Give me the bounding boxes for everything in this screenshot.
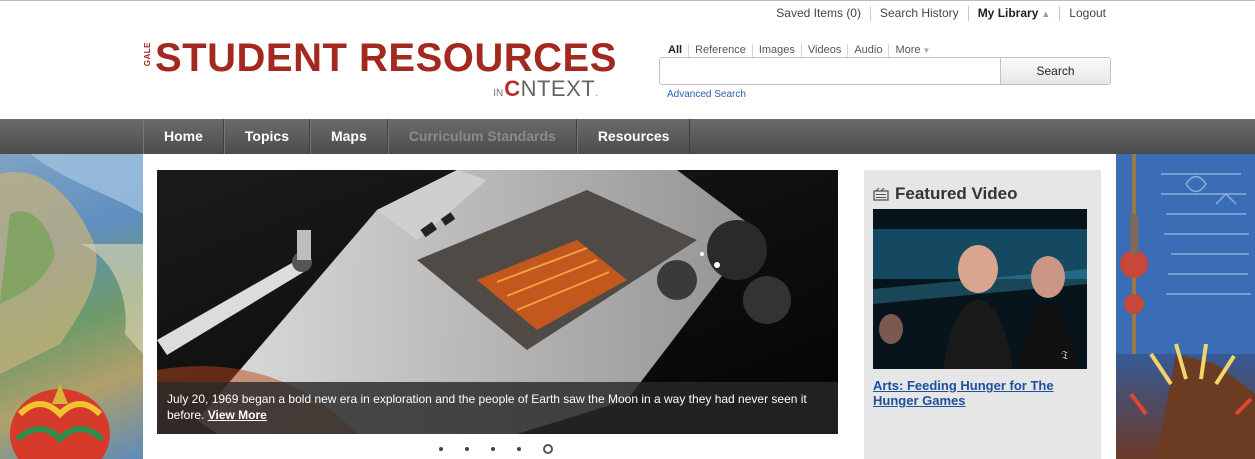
search-history-link[interactable]: Search History xyxy=(869,6,968,21)
featured-video-link[interactable]: Arts: Feeding Hunger for The Hunger Game… xyxy=(873,378,1093,408)
globe-collage-art xyxy=(0,154,143,459)
carousel-dot-4[interactable] xyxy=(517,447,521,451)
caret-up-icon: ▲ xyxy=(1041,9,1051,19)
nav-topics[interactable]: Topics xyxy=(223,119,310,154)
saved-items-link[interactable]: Saved Items (0) xyxy=(767,6,870,21)
hero-caption: July 20, 1969 began a bold new era in ex… xyxy=(157,382,838,434)
logout-link[interactable]: Logout xyxy=(1059,6,1115,21)
nyt-watermark-icon: 𝔗 xyxy=(1061,348,1069,362)
search-tab-reference[interactable]: Reference xyxy=(688,44,752,57)
site-logo[interactable]: GALE STUDENT RESOURCES IN C NTEXT . xyxy=(143,36,616,101)
search-box: Search xyxy=(659,57,1111,85)
main-nav: Home Topics Maps Curriculum Standards Re… xyxy=(0,119,1255,154)
decorative-art-left xyxy=(0,154,143,459)
view-more-link[interactable]: View More xyxy=(208,408,267,422)
carousel-dot-5[interactable] xyxy=(543,444,553,454)
featured-video-heading: Featured Video xyxy=(873,184,1018,204)
featured-video-title: Featured Video xyxy=(895,184,1018,203)
main-nav-items: Home Topics Maps Curriculum Standards Re… xyxy=(143,119,691,154)
hero-carousel[interactable]: July 20, 1969 began a bold new era in ex… xyxy=(157,170,838,434)
search-tab-more[interactable]: More ▼ xyxy=(888,44,936,57)
logo-subtitle: IN C NTEXT . xyxy=(493,76,599,102)
carousel-dot-2[interactable] xyxy=(465,447,469,451)
carousel-dot-3[interactable] xyxy=(491,447,495,451)
logo-sub-in: IN xyxy=(493,88,504,99)
nav-resources[interactable]: Resources xyxy=(576,119,691,154)
search-button[interactable]: Search xyxy=(1000,58,1110,84)
carousel-dot-1[interactable] xyxy=(439,447,443,451)
utility-bar: Saved Items (0) Search History My Librar… xyxy=(767,6,1115,21)
advanced-search-link[interactable]: Advanced Search xyxy=(667,89,746,100)
search-input[interactable] xyxy=(660,58,1000,84)
logo-title: STUDENT RESOURCES xyxy=(155,36,617,80)
caret-down-icon: ▼ xyxy=(922,46,931,55)
nav-curriculum-standards[interactable]: Curriculum Standards xyxy=(387,119,577,154)
carousel-pager xyxy=(428,444,564,454)
featured-video-panel: Featured Video 𝔗 Arts: Feeding Hunger fo… xyxy=(864,170,1101,459)
search-tab-images[interactable]: Images xyxy=(751,44,801,57)
search-tab-more-label: More xyxy=(895,44,921,56)
logo-sub-c: C xyxy=(504,76,521,101)
my-library-label: My Library xyxy=(977,6,1039,20)
logo-sub-mark: . xyxy=(595,88,598,99)
top-rule xyxy=(0,0,1255,1)
nav-maps[interactable]: Maps xyxy=(309,119,388,154)
video-still-image: 𝔗 xyxy=(873,209,1087,369)
search-tab-audio[interactable]: Audio xyxy=(847,44,888,57)
video-icon xyxy=(873,187,889,201)
decorative-art-right xyxy=(1116,154,1255,459)
search-tab-videos[interactable]: Videos xyxy=(800,44,847,57)
logo-sub-rest: NTEXT xyxy=(520,76,596,101)
nav-home[interactable]: Home xyxy=(143,119,224,154)
manuscript-collage-art xyxy=(1116,154,1255,459)
featured-video-thumbnail[interactable]: 𝔗 xyxy=(873,209,1087,369)
search-scope-tabs: All Reference Images Videos Audio More ▼ xyxy=(668,44,936,57)
search-tab-all[interactable]: All xyxy=(668,44,688,57)
gale-logo-mark: GALE xyxy=(143,42,152,67)
my-library-link[interactable]: My Library ▲ xyxy=(967,6,1060,21)
